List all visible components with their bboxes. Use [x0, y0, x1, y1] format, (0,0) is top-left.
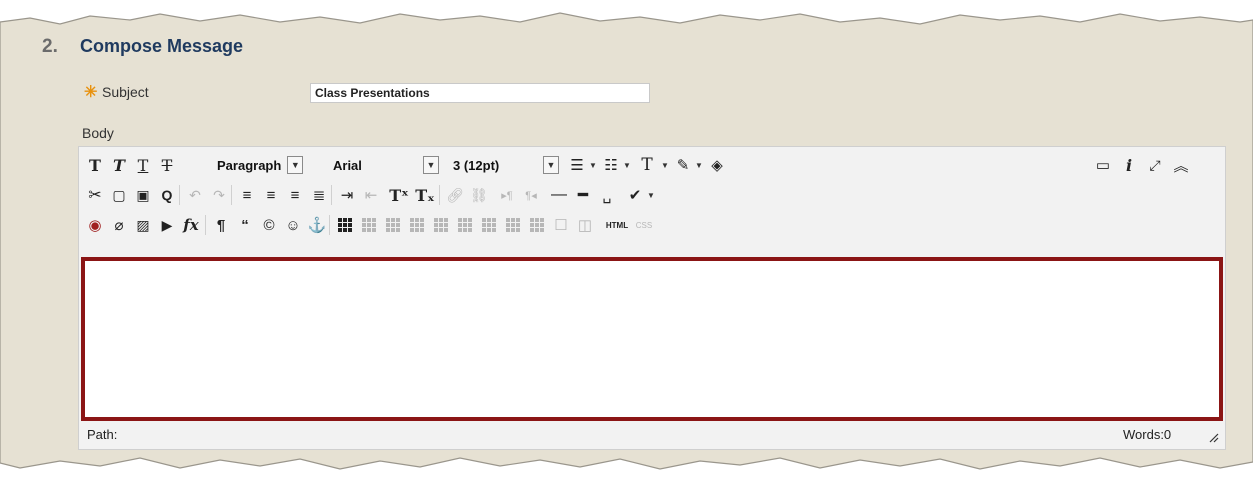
find-icon[interactable]: Q — [157, 185, 177, 205]
font-select-value: Arial — [333, 157, 362, 173]
table-merge-cells-icon[interactable] — [527, 215, 547, 235]
body-text-area[interactable] — [81, 257, 1223, 421]
toolbar-row-1: T T T T Paragraph ▼ Arial ▼ 3 (12pt) ▼ ☰… — [79, 153, 1225, 179]
table-icon[interactable] — [335, 215, 355, 235]
highlight-icon[interactable]: ✎ — [673, 155, 693, 175]
collapse-toolbar-icon[interactable]: ︽ — [1171, 155, 1191, 175]
chevron-down-icon[interactable]: ▼ — [661, 155, 669, 175]
chevron-down-icon: ▼ — [543, 156, 559, 174]
unlink-icon[interactable]: ⛓ — [469, 185, 489, 205]
toolbar-row-2: ✂ ▢ ▣ Q ↶ ↷ ≡ ≡ ≡ ≣ ⇥ ⇤ Tˣ Tₓ 🔗︎ ⛓ ▸¶ ¶◂… — [79, 183, 1225, 209]
resize-handle-icon[interactable] — [1207, 431, 1219, 443]
toolbar-divider — [179, 185, 180, 205]
attachment-icon[interactable]: ⌀ — [109, 215, 129, 235]
table-col-before-icon[interactable] — [431, 215, 451, 235]
superscript-icon[interactable]: Tˣ — [389, 185, 409, 205]
required-icon: ✳ — [84, 84, 98, 101]
ltr-icon[interactable]: ▸¶ — [497, 185, 517, 205]
table-delete-col-icon[interactable] — [479, 215, 499, 235]
chevron-down-icon[interactable]: ▼ — [647, 185, 655, 205]
section-title: Compose Message — [80, 36, 244, 56]
info-icon[interactable]: i — [1119, 155, 1139, 175]
italic-icon[interactable]: T — [109, 155, 129, 175]
fullscreen-icon[interactable]: ⤢ — [1145, 155, 1165, 175]
indent-icon[interactable]: ⇥ — [337, 185, 357, 205]
paragraph-select[interactable]: Paragraph ▼ — [217, 155, 304, 175]
link-icon[interactable]: 🔗︎ — [445, 185, 465, 205]
bullet-list-icon[interactable]: ☰ — [567, 155, 587, 175]
chevron-down-icon: ▼ — [423, 156, 439, 174]
blockquote-icon[interactable]: “ — [235, 215, 255, 235]
table-delete-row-icon[interactable] — [407, 215, 427, 235]
copy-icon[interactable]: ▢ — [109, 185, 129, 205]
chevron-down-icon[interactable]: ▼ — [589, 155, 597, 175]
word-count: Words:0 — [1123, 427, 1172, 442]
rtl-icon[interactable]: ¶◂ — [521, 185, 541, 205]
text-color-icon[interactable]: T — [637, 155, 657, 175]
toolbar-divider — [329, 215, 330, 235]
table-row-after-icon[interactable] — [383, 215, 403, 235]
math-icon[interactable]: fx — [181, 215, 201, 235]
media-icon[interactable]: ▶ — [157, 215, 177, 235]
toolbar-divider — [205, 215, 206, 235]
redo-icon[interactable]: ↷ — [209, 185, 229, 205]
subject-input[interactable] — [310, 83, 650, 103]
html-source-button[interactable]: HTML — [601, 215, 633, 235]
table-cell-props-icon[interactable]: ☐ — [551, 215, 571, 235]
preview-icon[interactable]: ▭ — [1093, 155, 1113, 175]
toolbar-divider — [231, 185, 232, 205]
css-button[interactable]: CSS — [631, 215, 657, 235]
record-icon[interactable]: ◉ — [85, 215, 105, 235]
horizontal-rule-icon[interactable]: — — [549, 185, 569, 205]
eraser-icon[interactable]: ◈ — [707, 155, 727, 175]
path-label: Path: — [87, 427, 118, 442]
compose-panel: 2. Compose Message ✳ Subject Body T T T … — [0, 0, 1253, 487]
chevron-down-icon: ▼ — [287, 156, 304, 174]
table-col-after-icon[interactable] — [455, 215, 475, 235]
table-row-props-icon[interactable]: ◫ — [575, 215, 595, 235]
chevron-down-icon[interactable]: ▼ — [695, 155, 703, 175]
font-select[interactable]: Arial ▼ — [333, 155, 439, 175]
paste-icon[interactable]: ▣ — [133, 185, 153, 205]
undo-icon[interactable]: ↶ — [185, 185, 205, 205]
spellcheck-icon[interactable]: ✔ — [625, 185, 645, 205]
copyright-icon[interactable]: © — [259, 215, 279, 235]
body-label: Body — [82, 125, 114, 141]
bold-icon[interactable]: T — [85, 155, 105, 175]
emoticon-icon[interactable]: ☺ — [283, 215, 303, 235]
align-right-icon[interactable]: ≡ — [285, 185, 305, 205]
align-justify-icon[interactable]: ≣ — [309, 185, 329, 205]
anchor-icon[interactable]: ⚓ — [307, 215, 327, 235]
chevron-down-icon[interactable]: ▼ — [623, 155, 631, 175]
paragraph-select-value: Paragraph — [217, 157, 282, 173]
subject-label: Subject — [102, 84, 149, 100]
numbered-list-icon[interactable]: ☷ — [601, 155, 621, 175]
strikethrough-icon[interactable]: T — [157, 155, 177, 175]
image-icon[interactable]: ▨ — [133, 215, 153, 235]
rich-text-editor: T T T T Paragraph ▼ Arial ▼ 3 (12pt) ▼ ☰… — [78, 146, 1226, 450]
nonbreaking-space-icon[interactable]: ␣ — [597, 185, 617, 205]
table-split-cells-icon[interactable] — [503, 215, 523, 235]
underline-icon[interactable]: T — [133, 155, 153, 175]
subscript-icon[interactable]: Tₓ — [415, 185, 435, 205]
paragraph-mark-icon[interactable]: ¶ — [211, 215, 231, 235]
thick-rule-icon[interactable]: ━ — [573, 185, 593, 205]
font-size-select[interactable]: 3 (12pt) ▼ — [453, 155, 559, 175]
outdent-icon[interactable]: ⇤ — [361, 185, 381, 205]
align-left-icon[interactable]: ≡ — [237, 185, 257, 205]
step-number: 2. — [42, 36, 58, 57]
table-row-before-icon[interactable] — [359, 215, 379, 235]
toolbar-divider — [331, 185, 332, 205]
font-size-select-value: 3 (12pt) — [453, 157, 500, 173]
toolbar-divider — [439, 185, 440, 205]
align-center-icon[interactable]: ≡ — [261, 185, 281, 205]
cut-icon[interactable]: ✂ — [85, 185, 105, 205]
toolbar-row-3: ◉ ⌀ ▨ ▶ fx ¶ “ © ☺ ⚓ ☐ ◫ HTML CSS — [79, 213, 1225, 239]
